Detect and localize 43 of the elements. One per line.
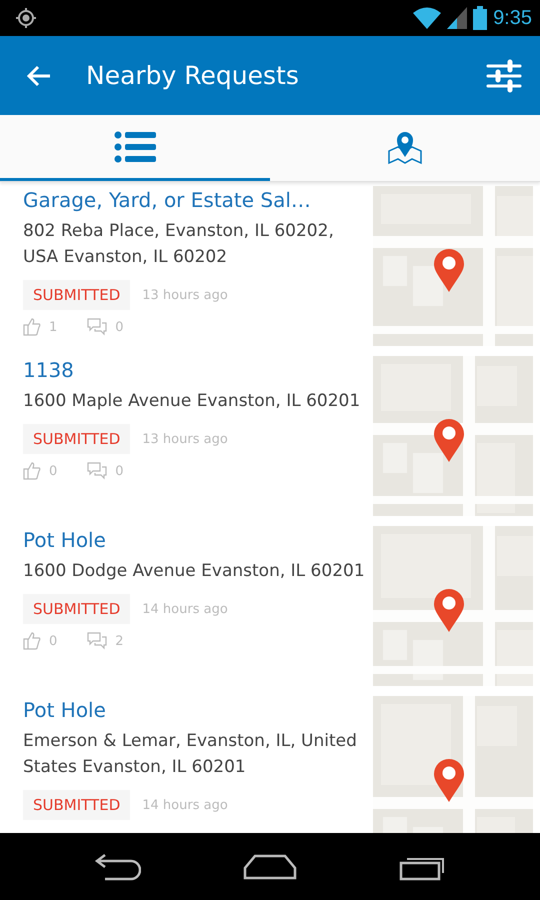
vote-count: 1 — [49, 320, 58, 334]
request-title: 1138 — [23, 357, 75, 384]
request-address: 802 Reba Place, Evanston, IL 60202, USA Evanston, IL 60202 — [23, 220, 335, 269]
request-title: Pot Hole — [23, 527, 107, 554]
request-title: Garage, Yard, or Estate Sal… — [23, 187, 312, 214]
thumbs-up-icon — [23, 318, 41, 336]
screen-title: Nearby Requests — [86, 61, 300, 90]
status-badge: SUBMITTED — [23, 424, 130, 454]
home-icon[interactable] — [243, 854, 297, 880]
list-tab[interactable] — [0, 115, 270, 181]
request-time: 14 hours ago — [142, 602, 228, 616]
request-time: 13 hours ago — [142, 432, 228, 446]
filter-settings-icon[interactable] — [486, 58, 522, 94]
comments-icon — [87, 318, 108, 336]
list-icon — [114, 130, 156, 162]
comments-icon — [87, 632, 108, 650]
wifi-icon — [413, 7, 442, 29]
status-badge: SUBMITTED — [23, 594, 130, 624]
vote-count: 0 — [49, 634, 58, 648]
thumbs-up-icon — [23, 632, 41, 650]
request-title: Pot Hole — [23, 697, 107, 724]
map-marker-icon — [433, 418, 465, 462]
comment-count: 0 — [115, 464, 124, 478]
map-marker-icon — [433, 588, 465, 632]
request-time: 14 hours ago — [142, 798, 228, 812]
status-badge: SUBMITTED — [23, 790, 130, 820]
request-time: 13 hours ago — [142, 288, 228, 302]
battery-icon — [473, 6, 488, 30]
request-address: 1600 Dodge Avenue Evanston, IL 60201 — [23, 560, 366, 583]
comments-icon — [87, 462, 108, 480]
back-icon[interactable] — [26, 64, 52, 86]
comment-count: 0 — [115, 320, 124, 334]
clock: 9:35 — [493, 6, 532, 30]
location-icon — [14, 6, 38, 30]
signal-icon — [447, 7, 468, 29]
request-address: 1600 Maple Avenue Evanston, IL 60201 — [23, 390, 362, 413]
map-marker-icon — [433, 248, 465, 292]
status-badge: SUBMITTED — [23, 280, 130, 310]
map-marker-icon — [433, 758, 465, 802]
request-address: Emerson & Lemar, Evanston, IL, United States Evanston, IL 60201 — [23, 730, 358, 779]
vote-count: 0 — [49, 464, 58, 478]
comment-count: 2 — [115, 634, 124, 648]
thumbs-up-icon — [23, 462, 41, 480]
